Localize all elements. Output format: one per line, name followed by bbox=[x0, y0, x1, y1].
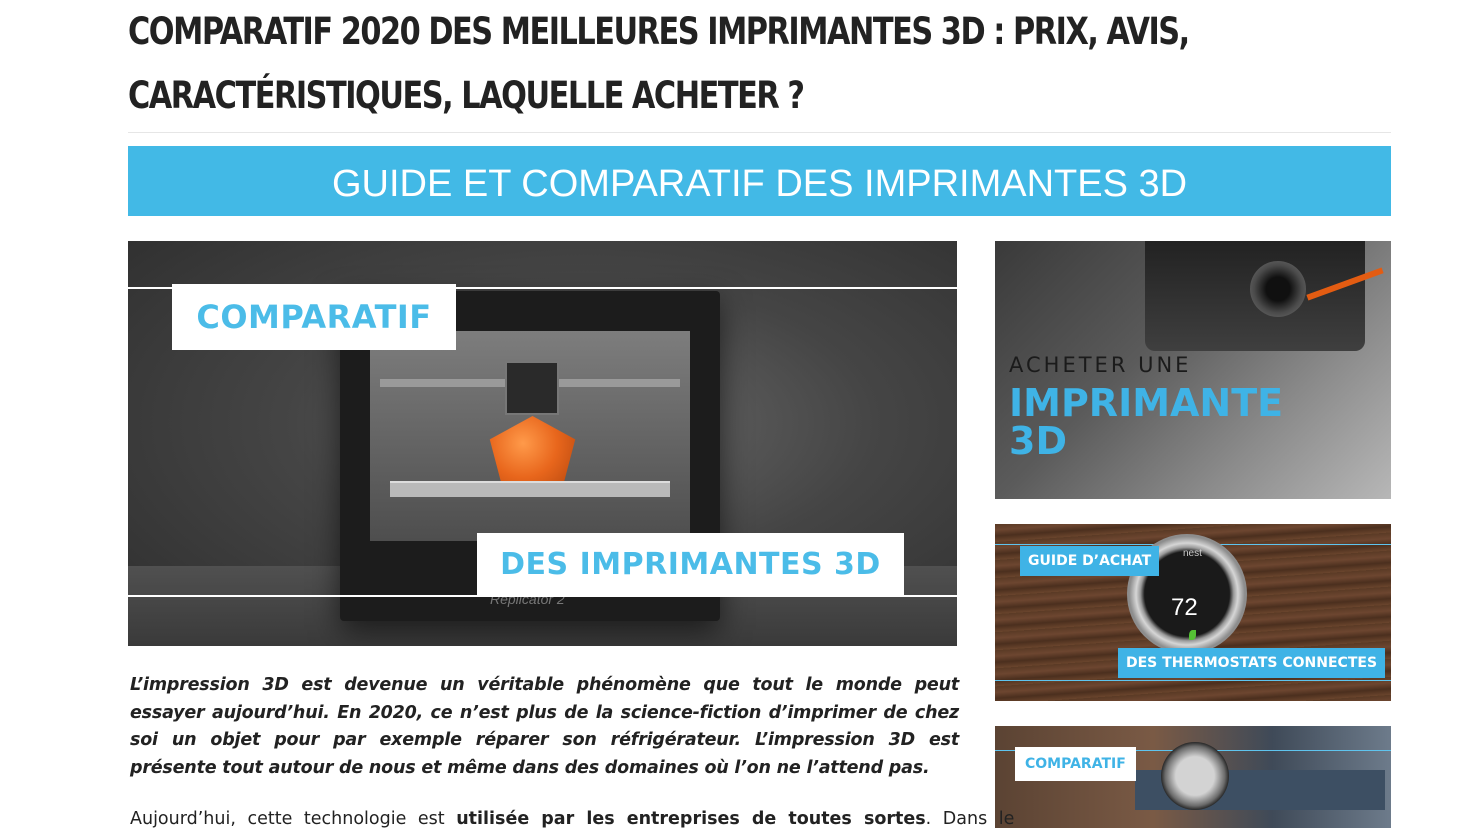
sidebar-card-comparatif-montres[interactable]: COMPARATIF bbox=[995, 726, 1391, 828]
article-intro: L’impression 3D est devenue un véritable… bbox=[130, 675, 959, 779]
page: Comparatif 2020 des meilleures imprimant… bbox=[0, 0, 1474, 828]
card-rule-bottom bbox=[995, 680, 1391, 681]
title-divider bbox=[128, 132, 1391, 133]
sidebar-card-thermostats[interactable]: nest 72 GUIDE D’ACHAT DES THERMOSTATS CO… bbox=[995, 524, 1391, 701]
printer-extruder bbox=[505, 361, 559, 415]
paragraph-start: Aujourd’hui, cette technologie est bbox=[130, 809, 457, 828]
hero-image[interactable]: Replicator 2 COMPARATIF DES IMPRIMANTES … bbox=[128, 241, 957, 646]
printer-fan-photo bbox=[1250, 261, 1306, 317]
printer-window bbox=[370, 331, 690, 541]
card-tag-comparatif: COMPARATIF bbox=[1015, 747, 1136, 781]
article-title: Comparatif 2020 des meilleures imprimant… bbox=[128, 10, 1190, 117]
sidebar-card-acheter-imprimante[interactable]: ACHETER UNE IMPRIMANTE 3D bbox=[995, 241, 1391, 499]
thermostat-display: 72 bbox=[1171, 594, 1198, 621]
printer-bed bbox=[390, 481, 670, 497]
smartwatch-photo bbox=[1161, 742, 1229, 810]
guide-banner: GUIDE ET COMPARATIF DES IMPRIMANTES 3D bbox=[128, 146, 1391, 216]
hero-label-imprimantes: DES IMPRIMANTES 3D bbox=[477, 533, 904, 597]
card-line-2: IMPRIMANTE 3D bbox=[1009, 384, 1283, 460]
leaf-icon bbox=[1189, 630, 1196, 640]
hero-label-comparatif: COMPARATIF bbox=[172, 284, 456, 350]
thermostat-brand: nest bbox=[1183, 548, 1202, 559]
card-line-2a: IMPRIMANTE bbox=[1009, 381, 1284, 425]
card-line-2b: 3D bbox=[1009, 419, 1067, 463]
paragraph-end: . Dans le bbox=[925, 809, 1015, 828]
card-tag-guide: GUIDE D’ACHAT bbox=[1020, 546, 1160, 576]
paragraph-bold-link: utilisée par les entreprises de toutes s… bbox=[456, 809, 926, 828]
card-tag-thermostats: DES THERMOSTATS CONNECTES bbox=[1118, 648, 1386, 678]
card-line-1: ACHETER UNE bbox=[1009, 353, 1192, 377]
article-paragraph: Aujourd’hui, cette technologie est utili… bbox=[130, 806, 1014, 828]
